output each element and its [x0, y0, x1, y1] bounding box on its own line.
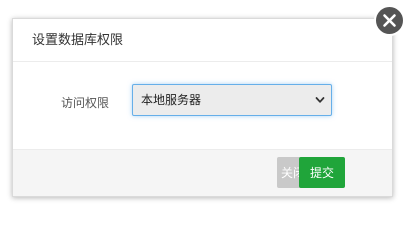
close-x-icon[interactable] [374, 5, 405, 36]
dialog-title: 设置数据库权限 [32, 33, 124, 48]
access-permission-selected-value: 本地服务器 [141, 93, 202, 107]
chevron-down-icon [315, 97, 325, 103]
access-permission-label: 访问权限 [61, 96, 110, 110]
dialog-header: 设置数据库权限 [13, 19, 392, 62]
dialog-footer: 关闭 提交 [13, 149, 392, 196]
screen: 设置数据库权限 访问权限 本地服务器 关闭 提交 [0, 0, 410, 213]
permission-dialog: 设置数据库权限 访问权限 本地服务器 关闭 提交 [12, 18, 393, 197]
submit-button[interactable]: 提交 [299, 157, 345, 188]
dialog-body: 访问权限 本地服务器 [13, 62, 392, 149]
access-permission-select[interactable]: 本地服务器 [132, 84, 332, 116]
